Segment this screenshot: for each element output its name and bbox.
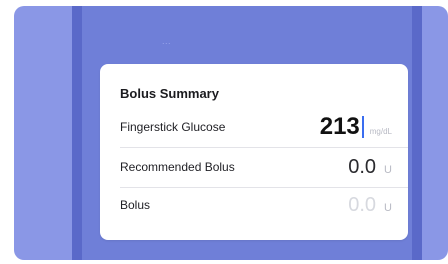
recommended-bolus-unit: U	[384, 163, 392, 176]
divider	[120, 147, 408, 148]
recommended-bolus-row: Recommended Bolus 0.0 U	[120, 152, 392, 182]
text-cursor	[361, 116, 364, 138]
glucose-value[interactable]: 213	[320, 113, 360, 141]
bolus-unit: U	[384, 201, 392, 214]
glucose-unit: mg/dL	[369, 127, 392, 136]
bolus-row[interactable]: Bolus 0.0 U	[120, 190, 392, 220]
backdrop: ... Bolus Summary Fingerstick Glucose 21…	[14, 6, 448, 260]
fingerstick-glucose-label: Fingerstick Glucose	[120, 120, 226, 134]
card-title: Bolus Summary	[120, 86, 219, 101]
bolus-summary-card: Bolus Summary Fingerstick Glucose 213 mg…	[100, 64, 408, 240]
recommended-bolus-value: 0.0	[348, 155, 377, 178]
fingerstick-glucose-row[interactable]: Fingerstick Glucose 213 mg/dL	[120, 112, 392, 142]
divider	[120, 187, 408, 188]
bolus-value[interactable]: 0.0	[348, 194, 376, 217]
faded-header-text: ...	[162, 36, 172, 46]
recommended-bolus-label: Recommended Bolus	[120, 160, 235, 174]
glucose-value-field[interactable]: 213 mg/dL	[320, 113, 392, 141]
bolus-label: Bolus	[120, 198, 151, 212]
